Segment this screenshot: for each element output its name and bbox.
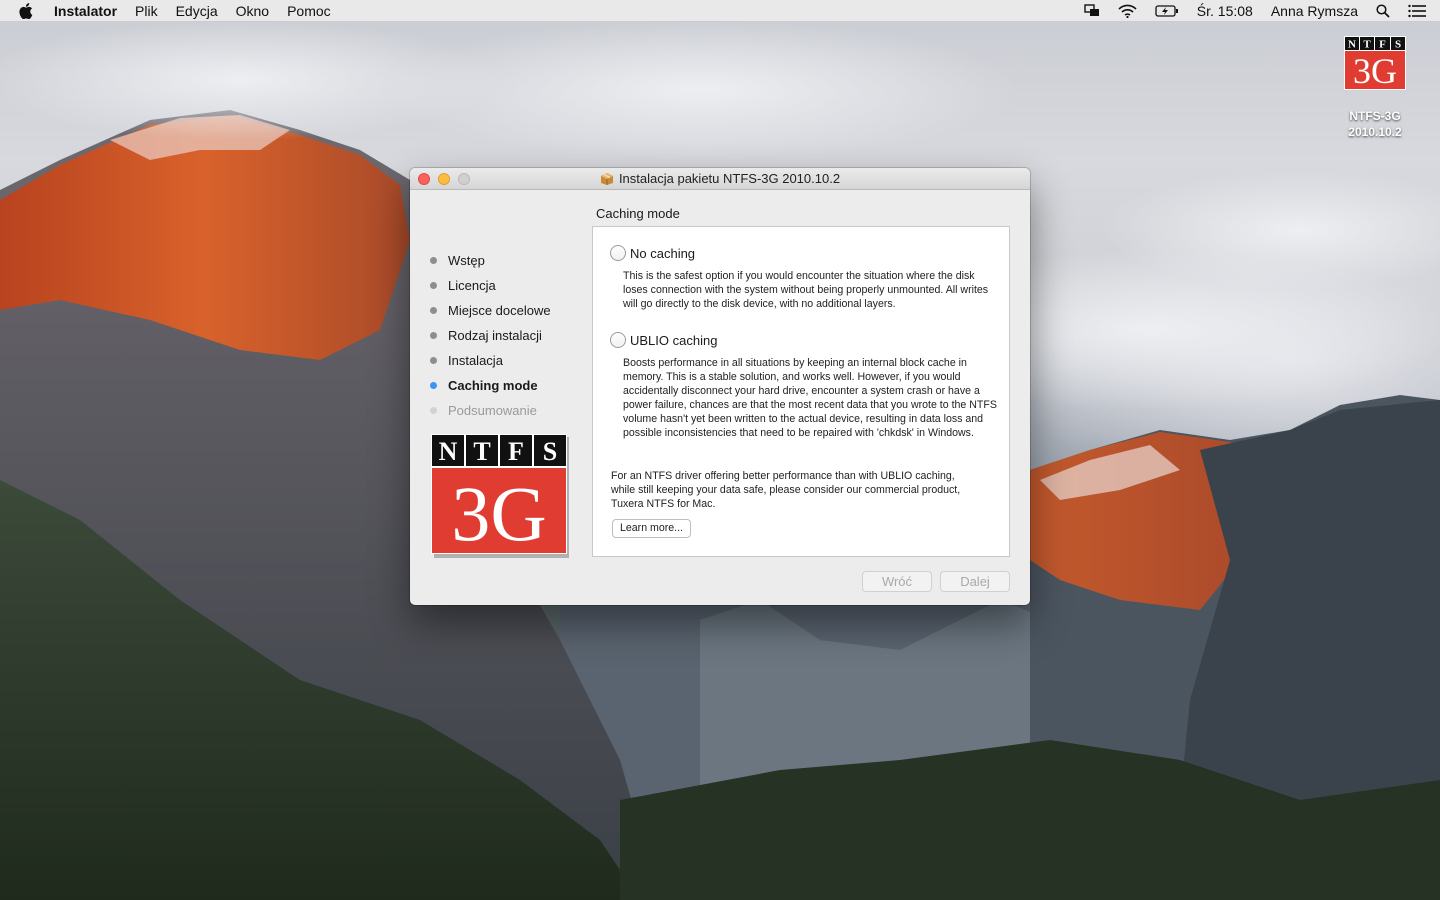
ntfs-3g-logo-icon: N T F S 3G — [1344, 36, 1406, 91]
menu-pomoc[interactable]: Pomoc — [287, 3, 331, 19]
desk-logo-s: S — [1395, 39, 1401, 51]
ublio-caching-label[interactable]: UBLIO caching — [630, 333, 717, 348]
battery-icon[interactable] — [1155, 5, 1179, 17]
step-bullet — [430, 332, 437, 339]
caching-options-panel: No caching This is the safest option if … — [592, 226, 1010, 557]
close-window-button[interactable] — [418, 173, 430, 185]
step-label: Wstęp — [448, 253, 485, 268]
logo-letter-s: S — [543, 437, 557, 466]
step-bullet — [430, 282, 437, 289]
step-label: Instalacja — [448, 353, 503, 368]
wifi-icon[interactable] — [1118, 4, 1137, 18]
no-caching-label[interactable]: No caching — [630, 246, 695, 261]
page-title: Caching mode — [596, 206, 680, 221]
list-icon[interactable] — [1408, 4, 1426, 18]
step-caching-mode: Caching mode — [430, 373, 551, 398]
menu-okno[interactable]: Okno — [236, 3, 269, 19]
window-title: Instalacja pakietu NTFS-3G 2010.10.2 — [618, 171, 841, 186]
no-caching-radio[interactable] — [610, 245, 626, 261]
desktop-icon-label-name: NTFS-3G — [1349, 109, 1401, 123]
user-name[interactable]: Anna Rymsza — [1271, 3, 1358, 19]
menu-app-name[interactable]: Instalator — [54, 3, 117, 19]
step-bullet-active — [430, 382, 437, 389]
package-icon — [600, 172, 613, 185]
step-rodzaj-instalacji: Rodzaj instalacji — [430, 323, 551, 348]
logo-letter-t: T — [473, 437, 490, 466]
desktop-volume-icon[interactable]: N T F S 3G NTFS-3G 2010.10.2 — [1342, 35, 1408, 140]
display-mirror-icon[interactable] — [1084, 4, 1100, 18]
no-caching-description: This is the safest option if you would e… — [623, 270, 989, 310]
installer-steps: Wstęp Licencja Miejsce docelowe Rodzaj i… — [430, 248, 551, 423]
back-button[interactable]: Wróć — [862, 571, 932, 592]
logo-letter-f: F — [508, 437, 524, 466]
learn-more-button[interactable]: Learn more... — [612, 519, 692, 538]
logo-3g: 3G — [451, 470, 546, 557]
menu-plik[interactable]: Plik — [135, 3, 158, 19]
ublio-caching-option[interactable]: UBLIO caching — [610, 332, 717, 348]
step-bullet — [430, 357, 437, 364]
step-label: Miejsce docelowe — [448, 303, 551, 318]
desk-logo-3g: 3G — [1353, 51, 1397, 91]
ntfs-3g-logo-icon: N T F S 3G — [431, 434, 569, 558]
step-label: Rodzaj instalacji — [448, 328, 542, 343]
step-licencja: Licencja — [430, 273, 551, 298]
step-podsumowanie: Podsumowanie — [430, 398, 551, 423]
step-bullet — [430, 307, 437, 314]
apple-menu-icon[interactable] — [19, 2, 37, 20]
minimize-window-button[interactable] — [438, 173, 450, 185]
next-button[interactable]: Dalej — [940, 571, 1010, 592]
menu-bar: Instalator Plik Edycja Okno Pomoc Śr. 15… — [0, 0, 1440, 22]
step-bullet — [430, 407, 437, 414]
step-label: Licencja — [448, 278, 496, 293]
clock[interactable]: Śr. 15:08 — [1197, 3, 1253, 19]
zoom-window-button — [458, 173, 470, 185]
step-label: Podsumowanie — [448, 403, 537, 418]
ublio-caching-radio[interactable] — [610, 332, 626, 348]
no-caching-option[interactable]: No caching — [610, 245, 695, 261]
step-bullet — [430, 257, 437, 264]
step-wstep: Wstęp — [430, 248, 551, 273]
desktop-icon-label-version: 2010.10.2 — [1348, 125, 1402, 139]
window-titlebar[interactable]: Instalacja pakietu NTFS-3G 2010.10.2 — [410, 168, 1030, 190]
desk-logo-n: N — [1348, 39, 1356, 51]
desk-logo-t: T — [1363, 39, 1371, 51]
installer-window: Instalacja pakietu NTFS-3G 2010.10.2 Wst… — [410, 168, 1030, 605]
step-instalacja: Instalacja — [430, 348, 551, 373]
step-miejsce-docelowe: Miejsce docelowe — [430, 298, 551, 323]
desk-logo-f: F — [1379, 39, 1386, 51]
menu-edycja[interactable]: Edycja — [176, 3, 218, 19]
tuxera-note: For an NTFS driver offering better perfo… — [611, 470, 961, 510]
search-icon[interactable] — [1376, 4, 1390, 18]
logo-letter-n: N — [439, 437, 458, 466]
ublio-caching-description: Boosts performance in all situations by … — [623, 357, 997, 439]
step-label: Caching mode — [448, 378, 538, 393]
